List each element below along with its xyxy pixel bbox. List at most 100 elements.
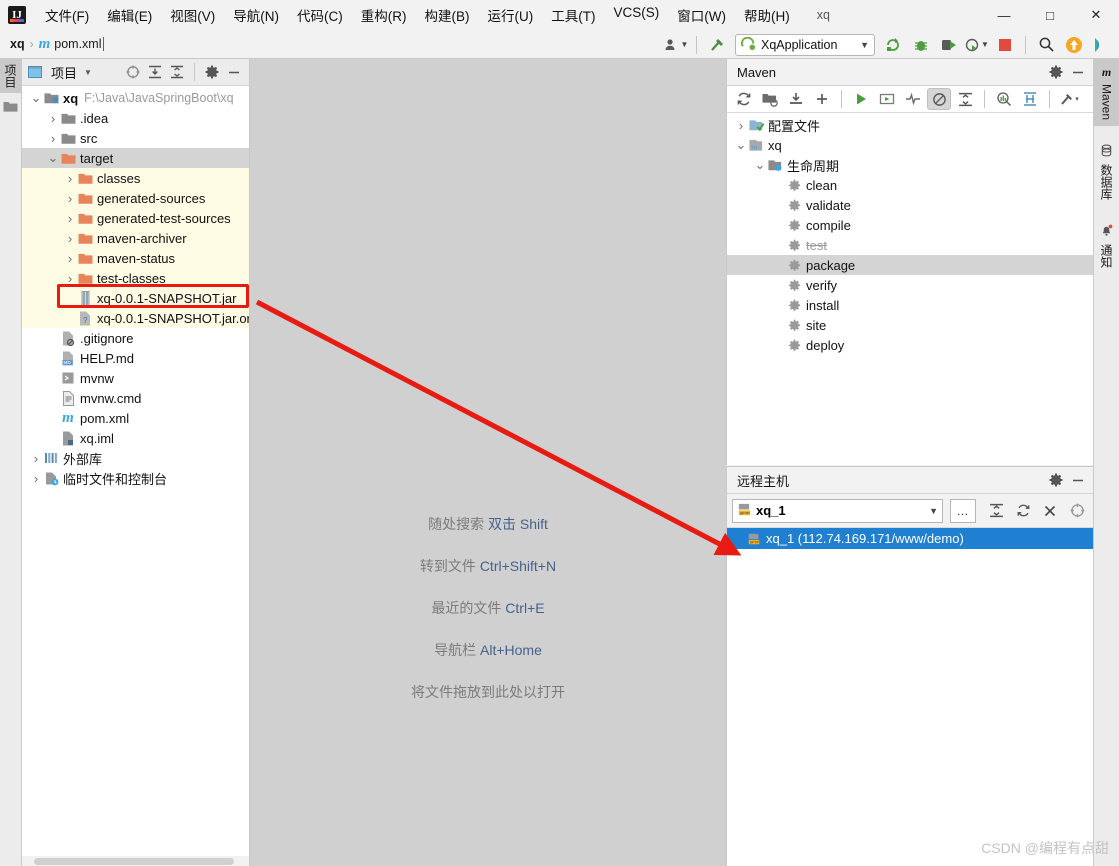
sync-browse-icon[interactable] [1066, 500, 1088, 522]
chevron-right-icon[interactable]: › [47, 108, 59, 128]
gear-icon[interactable] [1045, 61, 1067, 83]
gear-icon[interactable] [1045, 469, 1067, 491]
chevron-right-icon[interactable]: › [64, 208, 76, 228]
maven-tree-row[interactable]: verify [727, 275, 1093, 295]
show-dependencies-icon[interactable] [992, 88, 1016, 110]
debug-icon[interactable] [908, 33, 934, 57]
menu-item-2[interactable]: 视图(V) [161, 1, 224, 29]
chevron-right-icon[interactable]: › [47, 128, 59, 148]
execute-maven-goal-icon[interactable] [875, 88, 899, 110]
maven-settings-icon[interactable]: ▾ [1057, 88, 1081, 110]
sidebar-item-database[interactable]: 数据库 [1094, 138, 1119, 206]
hide-icon[interactable] [1067, 61, 1089, 83]
tree-row[interactable]: ⌄ xq F:\Java\JavaSpringBoot\xq [22, 88, 249, 108]
menu-item-7[interactable]: 运行(U) [479, 1, 543, 29]
tree-row[interactable]: › 外部库 [22, 448, 249, 468]
chevron-right-icon[interactable]: › [64, 268, 76, 288]
maven-tree-row[interactable]: validate [727, 195, 1093, 215]
feedback-icon[interactable] [1089, 33, 1115, 57]
tree-row[interactable]: xq.iml [22, 428, 249, 448]
run-with-coverage-icon[interactable] [936, 33, 962, 57]
menu-item-4[interactable]: 代码(C) [288, 1, 352, 29]
generate-sources-icon[interactable] [758, 88, 782, 110]
sidebar-item-notifications[interactable]: 通知 [1094, 218, 1119, 274]
rerun-icon[interactable] [880, 33, 906, 57]
tree-row[interactable]: › .idea [22, 108, 249, 128]
close-button[interactable]: ✕ [1073, 0, 1119, 30]
tree-row[interactable]: .gitignore [22, 328, 249, 348]
maven-tree-row[interactable]: install [727, 295, 1093, 315]
sidebar-item-maven[interactable]: m Maven [1093, 59, 1119, 127]
chevron-right-icon[interactable]: › [30, 448, 42, 468]
search-everywhere-icon[interactable] [1033, 33, 1059, 57]
maven-tree-row[interactable]: test [727, 235, 1093, 255]
maven-tree-row[interactable]: clean [727, 175, 1093, 195]
tree-row[interactable]: › src [22, 128, 249, 148]
chevron-right-icon[interactable]: › [64, 228, 76, 248]
tree-row[interactable]: › classes [22, 168, 249, 188]
minimize-button[interactable]: — [981, 0, 1027, 30]
maven-tree[interactable]: › 配置文件 ⌄ m xq ⌄ 生命周期 clean validate compile test pa… [727, 113, 1093, 465]
chevron-down-icon[interactable]: ▼ [77, 61, 99, 83]
chevron-right-icon[interactable]: › [30, 468, 42, 488]
maven-tree-row[interactable]: compile [727, 215, 1093, 235]
chevron-right-icon[interactable]: › [64, 188, 76, 208]
close-icon[interactable] [1039, 500, 1061, 522]
tree-row[interactable]: › maven-archiver [22, 228, 249, 248]
project-horizontal-scrollbar[interactable] [22, 856, 249, 866]
toggle-offline-icon[interactable] [927, 88, 951, 110]
collapse-maven-icon[interactable] [953, 88, 977, 110]
chevron-right-icon[interactable]: › [735, 115, 747, 135]
hammer-build-icon[interactable] [704, 33, 730, 57]
chevron-down-icon[interactable]: ⌄ [735, 135, 747, 155]
menu-item-10[interactable]: 窗口(W) [668, 1, 735, 29]
tree-row[interactable]: ? xq-0.0.1-SNAPSHOT.jar.or [22, 308, 249, 328]
show-diagram-icon[interactable] [1018, 88, 1042, 110]
scrollbar-thumb[interactable] [34, 858, 234, 865]
remote-host-file-list[interactable]: SFTP xq_1 (112.74.169.171/www/demo) [727, 528, 1093, 866]
menu-item-6[interactable]: 构建(B) [416, 1, 479, 29]
chevron-right-icon[interactable]: › [64, 248, 76, 268]
breadcrumb-file[interactable]: pom.xml [54, 37, 101, 51]
tree-row[interactable]: xq-0.0.1-SNAPSHOT.jar [22, 288, 249, 308]
tree-row[interactable]: › generated-test-sources [22, 208, 249, 228]
maven-tree-row[interactable]: package [727, 255, 1093, 275]
tree-row[interactable]: MD HELP.md [22, 348, 249, 368]
tree-row[interactable]: mvnw [22, 368, 249, 388]
menu-item-11[interactable]: 帮助(H) [735, 1, 799, 29]
remote-host-selector[interactable]: SFTP xq_1 ▼ [732, 498, 943, 523]
maven-tree-row[interactable]: › 配置文件 [727, 115, 1093, 135]
tree-row[interactable]: › 临时文件和控制台 [22, 468, 249, 488]
reload-icon[interactable] [732, 88, 756, 110]
menu-item-3[interactable]: 导航(N) [224, 1, 288, 29]
gear-icon[interactable] [201, 61, 223, 83]
run-configuration-selector[interactable]: XqApplication ▼ [735, 33, 875, 56]
menu-item-8[interactable]: 工具(T) [542, 1, 604, 29]
chevron-down-icon[interactable]: ⌄ [47, 148, 59, 168]
collapse-all-icon[interactable] [166, 61, 188, 83]
refresh-icon[interactable] [1012, 500, 1034, 522]
menu-item-5[interactable]: 重构(R) [352, 1, 416, 29]
menu-item-1[interactable]: 编辑(E) [98, 1, 161, 29]
remote-host-row[interactable]: SFTP xq_1 (112.74.169.171/www/demo) [727, 528, 1093, 549]
menu-item-0[interactable]: 文件(F) [36, 1, 98, 29]
tree-row[interactable]: ⌄ target [22, 148, 249, 168]
folder-icon[interactable] [0, 97, 20, 115]
maximize-button[interactable]: □ [1027, 0, 1073, 30]
maven-tree-row[interactable]: ⌄ m xq [727, 135, 1093, 155]
maven-tree-row[interactable]: deploy [727, 335, 1093, 355]
add-maven-project-icon[interactable] [810, 88, 834, 110]
run-goal-icon[interactable] [849, 88, 873, 110]
update-project-icon[interactable] [1061, 33, 1087, 57]
hide-icon[interactable] [1067, 469, 1089, 491]
profiler-icon[interactable]: ▼ [964, 33, 990, 57]
hide-icon[interactable] [223, 61, 245, 83]
maven-tree-row[interactable]: ⌄ 生命周期 [727, 155, 1093, 175]
expand-all-icon[interactable] [144, 61, 166, 83]
menu-item-9[interactable]: VCS(S) [605, 1, 669, 29]
stop-icon[interactable] [992, 33, 1018, 57]
project-tree[interactable]: ⌄ xq F:\Java\JavaSpringBoot\xq › .idea › src ⌄ t… [22, 86, 249, 866]
tree-row[interactable]: › test-classes [22, 268, 249, 288]
collapse-all-icon[interactable] [985, 500, 1007, 522]
chevron-down-icon[interactable]: ⌄ [30, 88, 42, 108]
